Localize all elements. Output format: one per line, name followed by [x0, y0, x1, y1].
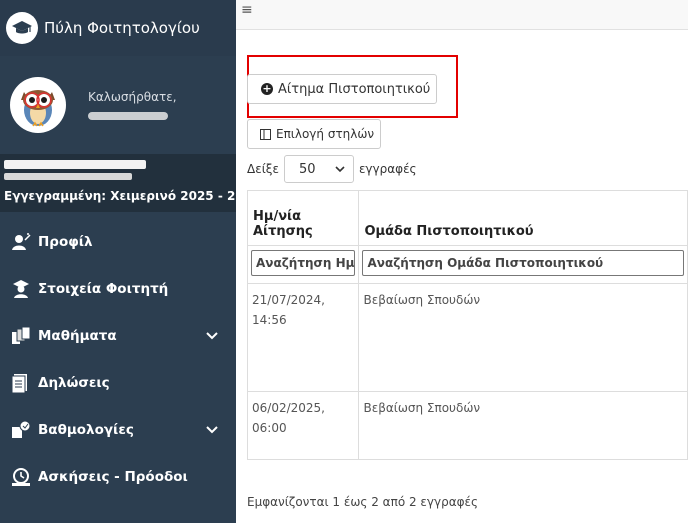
hamburger-menu-icon[interactable]: ≡	[241, 2, 253, 18]
registration-status: Εγγεγραμμένη: Χειμερινό 2025 - 2026	[4, 189, 261, 203]
sidebar-item-exams[interactable]: Ασκήσεις - Πρόοδοι	[0, 453, 236, 500]
header-request-date[interactable]: Ημ/νία Αίτησης	[246, 190, 360, 246]
sidebar: Πύλη Φοιτητολογίου Καλωσήρθατε, Εγγεγραμ…	[0, 0, 261, 523]
registration-panel: Εγγεγραμμένη: Χειμερινό 2025 - 2026	[0, 154, 261, 212]
sidebar-item-profile[interactable]: Προφίλ	[0, 218, 236, 265]
top-navbar: ≡	[236, 0, 688, 30]
redacted-student-name	[4, 160, 146, 169]
table-header-row: Ημ/νία Αίτησης Ομάδα Πιστοποιητικού	[246, 190, 688, 246]
table-row[interactable]: 06/02/2025, 06:00 Βεβαίωση Σπουδών	[246, 391, 688, 460]
show-prefix-label: Δείξε	[247, 162, 279, 176]
certificate-request-label: Αίτημα Πιστοποιητικού	[278, 81, 431, 97]
show-suffix-label: εγγραφές	[358, 162, 417, 176]
welcome-text: Καλωσήρθατε,	[88, 90, 177, 104]
sidebar-menu: Προφίλ Στοιχεία Φοιτητή Μαθήματα Δηλώσει…	[0, 218, 236, 500]
columns-icon	[260, 128, 271, 140]
profile-wand-icon	[10, 231, 32, 253]
sidebar-item-label: Στοιχεία Φοιτητή	[38, 280, 169, 297]
redacted-student-id	[4, 173, 132, 180]
redacted-user-name	[88, 112, 168, 120]
table-info: Εμφανίζονται 1 έως 2 από 2 εγγραφές	[247, 495, 479, 509]
app-title: Πύλη Φοιτητολογίου	[44, 19, 200, 37]
main-content: + Αίτημα Πιστοποιητικού Επιλογή στηλών Δ…	[236, 30, 688, 523]
student-icon	[10, 278, 32, 300]
date-search-input[interactable]: Αναζήτηση Ημ	[251, 250, 356, 276]
cell-group: Βεβαίωση Σπουδών	[358, 391, 688, 460]
brand[interactable]: Πύλη Φοιτητολογίου	[0, 0, 236, 56]
grades-icon	[10, 419, 32, 441]
page-size-value: 50	[298, 161, 316, 177]
header-certificate-group[interactable]: Ομάδα Πιστοποιητικού	[358, 190, 688, 246]
sidebar-item-label: Προφίλ	[38, 233, 93, 250]
sidebar-item-grades[interactable]: Βαθμολογίες	[0, 406, 236, 453]
group-search-input[interactable]: Αναζήτηση Ομάδα Πιστοποιητικού	[362, 250, 684, 276]
sidebar-item-courses[interactable]: Μαθήματα	[0, 312, 236, 359]
certificate-request-button[interactable]: + Αίτημα Πιστοποιητικού	[247, 74, 437, 104]
page-size-select[interactable]: 50	[283, 155, 354, 183]
chevron-down-icon[interactable]	[206, 422, 218, 438]
user-panel: Καλωσήρθατε,	[0, 56, 236, 154]
column-select-label: Επιλογή στηλών	[276, 127, 375, 141]
table-row[interactable]: 21/07/2024, 14:56 Βεβαίωση Σπουδών	[246, 283, 688, 392]
graduation-cap-icon	[6, 12, 38, 44]
chevron-down-icon	[335, 162, 345, 177]
cell-date: 06/02/2025, 06:00	[246, 391, 360, 460]
sidebar-item-label: Μαθήματα	[38, 327, 117, 344]
cell-date: 21/07/2024, 14:56	[246, 283, 360, 392]
exams-icon	[10, 466, 32, 488]
plus-circle-icon: +	[261, 82, 273, 95]
column-select-button[interactable]: Επιλογή στηλών	[247, 119, 381, 149]
page-length-control: Δείξε 50 εγγραφές	[247, 154, 417, 184]
cell-group: Βεβαίωση Σπουδών	[358, 283, 688, 392]
declarations-icon	[10, 372, 32, 394]
sidebar-item-label: Βαθμολογίες	[38, 421, 134, 438]
sidebar-item-student-info[interactable]: Στοιχεία Φοιτητή	[0, 265, 236, 312]
sidebar-item-label: Δηλώσεις	[38, 374, 110, 391]
sidebar-item-label: Ασκήσεις - Πρόοδοι	[38, 468, 188, 485]
courses-icon	[10, 325, 32, 347]
sidebar-item-declarations[interactable]: Δηλώσεις	[0, 359, 236, 406]
certificates-table: Ημ/νία Αίτησης Ομάδα Πιστοποιητικού Αναζ…	[246, 190, 688, 460]
filter-row: Αναζήτηση Ημ Αναζήτηση Ομάδα Πιστοποιητι…	[246, 245, 688, 284]
owl-avatar	[10, 77, 66, 133]
chevron-down-icon[interactable]	[206, 328, 218, 344]
